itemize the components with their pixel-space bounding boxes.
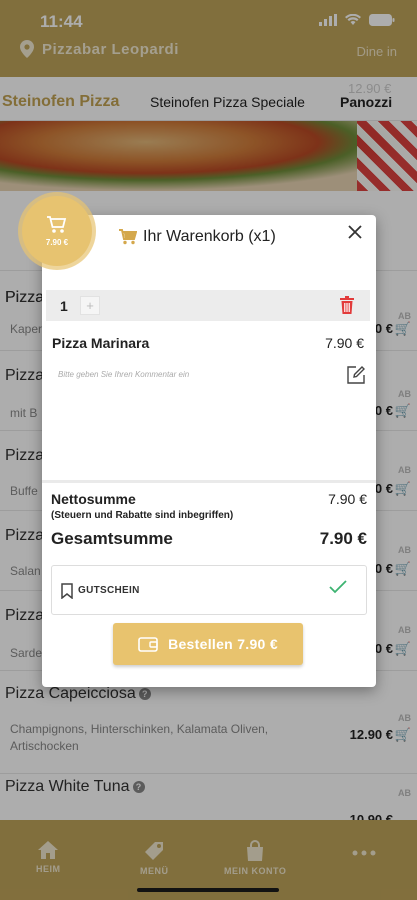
bookmark-icon xyxy=(61,583,73,599)
divider xyxy=(42,480,376,483)
cart-item-price: 7.90 € xyxy=(325,335,364,351)
order-button[interactable]: Bestellen 7.90 € xyxy=(113,623,303,665)
netto-value: 7.90 € xyxy=(328,491,367,507)
voucher-label: GUTSCHEIN xyxy=(78,585,140,596)
checkmark-icon[interactable] xyxy=(328,579,348,595)
cart-icon xyxy=(47,215,67,233)
edit-icon[interactable] xyxy=(346,365,366,385)
netto-note: (Steuern und Rabatte sind inbegriffen) xyxy=(51,510,234,521)
cart-badge[interactable]: 7.90 € xyxy=(22,196,92,266)
cart-modal: Ihr Warenkorb (x1) 1 + Pizza Marinara 7.… xyxy=(42,215,376,687)
cart-title: Ihr Warenkorb (x1) xyxy=(119,228,276,246)
cart-icon xyxy=(119,229,137,245)
total-label: Gesamtsumme xyxy=(51,529,173,548)
trash-icon[interactable] xyxy=(340,296,354,314)
wallet-icon xyxy=(138,637,158,652)
quantity-plus-button[interactable]: + xyxy=(80,296,100,315)
netto-label: Nettosumme xyxy=(51,491,136,507)
cart-item-name: Pizza Marinara xyxy=(52,335,150,351)
quantity-row: 1 + xyxy=(46,290,370,321)
cart-title-label: Ihr Warenkorb (x1) xyxy=(143,228,276,245)
total-value: 7.90 € xyxy=(319,529,367,548)
quantity-value: 1 xyxy=(60,298,68,314)
cart-badge-price: 7.90 € xyxy=(45,237,69,247)
close-icon[interactable] xyxy=(346,223,364,241)
order-button-label: Bestellen 7.90 € xyxy=(168,636,278,652)
voucher-field[interactable]: GUTSCHEIN xyxy=(51,565,367,615)
comment-field[interactable]: Bitte geben Sie Ihren Kommentar ein xyxy=(58,370,189,379)
